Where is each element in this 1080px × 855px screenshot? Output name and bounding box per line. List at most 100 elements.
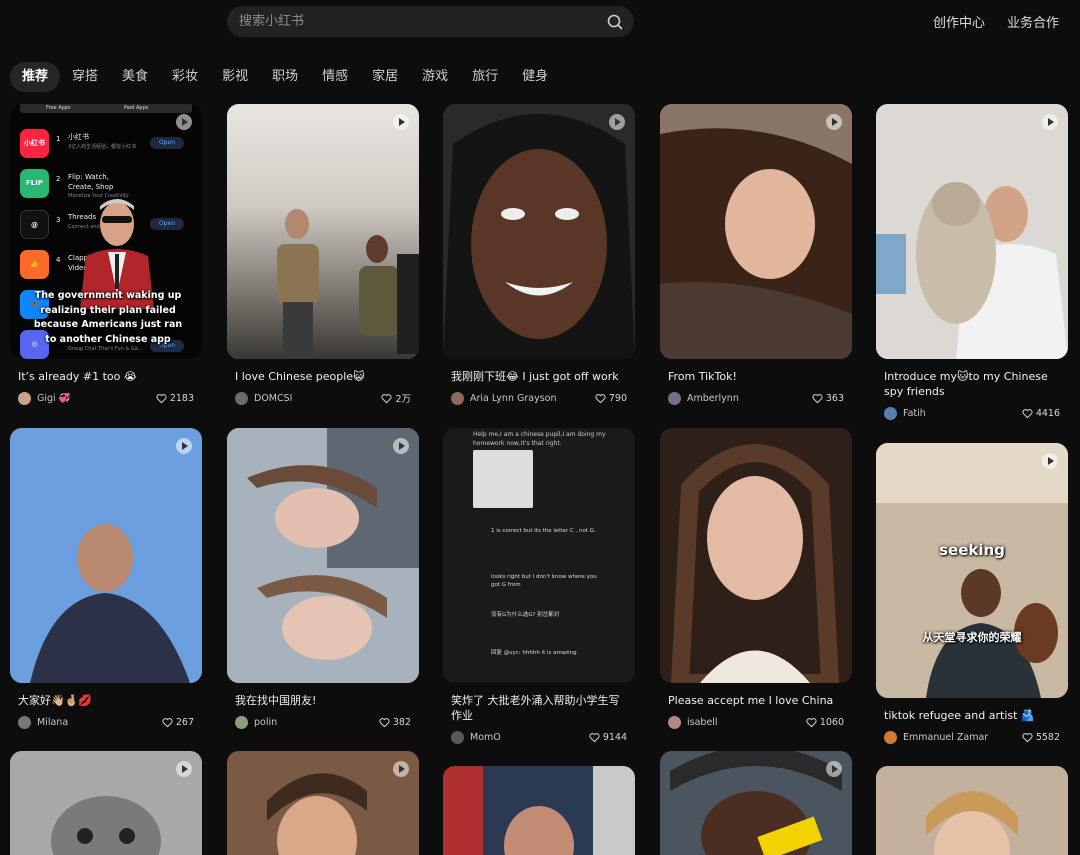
- author-name[interactable]: Emmanuel Zamar: [903, 732, 1022, 743]
- card-thumbnail[interactable]: [443, 766, 635, 855]
- like-button[interactable]: 790: [595, 393, 627, 404]
- author-name[interactable]: MomO: [470, 732, 589, 743]
- avatar[interactable]: [235, 715, 248, 729]
- avatar[interactable]: [235, 391, 248, 405]
- card-thumbnail[interactable]: [227, 104, 419, 359]
- feed-card[interactable]: Introduce my🐱to my Chinese spy friends F…: [876, 104, 1068, 421]
- tab-games[interactable]: 游戏: [410, 62, 460, 92]
- tab-travel[interactable]: 旅行: [460, 62, 510, 92]
- author-name[interactable]: polin: [254, 717, 379, 728]
- author-name[interactable]: Gigi 💞: [37, 393, 156, 404]
- feed-card[interactable]: Free Apps Paid Apps 小红书 1 小红书 3亿人的生活经验，都…: [10, 104, 202, 406]
- card-title[interactable]: 我在找中国朋友!: [235, 693, 411, 708]
- card-title[interactable]: Please accept me I love China: [668, 693, 844, 708]
- author-name[interactable]: isabell: [687, 717, 806, 728]
- card-thumbnail[interactable]: [10, 428, 202, 683]
- card-meta: DOMCSI 2万: [235, 390, 411, 406]
- card-thumbnail[interactable]: [876, 104, 1068, 359]
- card-title[interactable]: tiktok refugee and artist 🫂: [884, 708, 1060, 723]
- card-thumbnail[interactable]: [876, 766, 1068, 855]
- card-thumbnail[interactable]: [443, 104, 635, 359]
- like-button[interactable]: 4416: [1022, 408, 1060, 419]
- card-title[interactable]: It’s already #1 too 😭: [18, 369, 194, 384]
- store-tabs: Free Apps Paid Apps: [20, 104, 192, 113]
- like-button[interactable]: 382: [379, 717, 411, 728]
- card-thumbnail[interactable]: [227, 751, 419, 855]
- tab-outfits[interactable]: 穿搭: [60, 62, 110, 92]
- author-name[interactable]: Amberlynn: [687, 393, 812, 404]
- card-thumbnail[interactable]: seeking 从天堂寻求你的荣耀: [876, 443, 1068, 698]
- feed-card[interactable]: seeking 从天堂寻求你的荣耀 tiktok refugee and art…: [876, 443, 1068, 745]
- author-name[interactable]: Aria Lynn Grayson: [470, 393, 595, 404]
- feed-card[interactable]: From TikTok! Amberlynn 363: [660, 104, 852, 406]
- tab-film[interactable]: 影视: [210, 62, 260, 92]
- tab-home[interactable]: 家居: [360, 62, 410, 92]
- tab-fitness[interactable]: 健身: [510, 62, 560, 92]
- card-thumbnail[interactable]: Help me,I am a chinese pupil,I am doing …: [443, 428, 635, 683]
- avatar[interactable]: [884, 406, 897, 420]
- feed-card[interactable]: Please accept me I love China isabell 10…: [660, 428, 852, 730]
- play-icon: [176, 761, 192, 777]
- avatar[interactable]: [451, 730, 464, 744]
- avatar[interactable]: [884, 730, 897, 744]
- feed-card[interactable]: [443, 766, 635, 855]
- card-meta: polin 382: [235, 714, 411, 730]
- like-button[interactable]: 2183: [156, 393, 194, 404]
- card-meta: isabell 1060: [668, 714, 844, 730]
- business-cooperation-link[interactable]: 业务合作: [1007, 12, 1059, 31]
- search-input[interactable]: [239, 6, 599, 37]
- play-icon: [393, 114, 409, 130]
- author-name[interactable]: DOMCSI: [254, 393, 381, 404]
- feed-card[interactable]: [10, 751, 202, 855]
- tab-food[interactable]: 美食: [110, 62, 160, 92]
- avatar[interactable]: [18, 391, 31, 405]
- heart-icon: [595, 393, 606, 403]
- search-bar[interactable]: [227, 6, 634, 37]
- card-title[interactable]: From TikTok!: [668, 369, 844, 384]
- like-button[interactable]: 5582: [1022, 732, 1060, 743]
- tab-recommend[interactable]: 推荐: [10, 62, 61, 92]
- card-title[interactable]: 大家好👋🏼🤞🏼💋: [18, 693, 194, 708]
- like-button[interactable]: 9144: [589, 732, 627, 743]
- feed-card[interactable]: [227, 751, 419, 855]
- card-thumbnail[interactable]: Free Apps Paid Apps 小红书 1 小红书 3亿人的生活经验，都…: [10, 104, 202, 359]
- feed-card[interactable]: 我刚刚下班😂 I just got off work Aria Lynn Gra…: [443, 104, 635, 406]
- card-thumbnail[interactable]: [227, 428, 419, 683]
- tab-emotion[interactable]: 情感: [310, 62, 360, 92]
- feed-card[interactable]: Help me,I am a chinese pupil,I am doing …: [443, 428, 635, 745]
- card-thumbnail[interactable]: [660, 104, 852, 359]
- homework-photo: [473, 450, 533, 508]
- author-name[interactable]: Milana: [37, 717, 162, 728]
- card-title[interactable]: Introduce my🐱to my Chinese spy friends: [884, 369, 1060, 399]
- app-subtitle: 3亿人的生活经验，都在小红书: [68, 144, 137, 150]
- heart-icon: [162, 717, 173, 727]
- card-title[interactable]: 笑炸了 大批老外涌入帮助小学生写作业: [451, 693, 627, 723]
- like-count: 9144: [602, 731, 627, 743]
- card-title[interactable]: 我刚刚下班😂 I just got off work: [451, 369, 627, 384]
- avatar[interactable]: [668, 715, 681, 729]
- card-title[interactable]: I love Chinese people😺: [235, 369, 411, 384]
- card-thumbnail[interactable]: [10, 751, 202, 855]
- avatar[interactable]: [668, 391, 681, 405]
- avatar[interactable]: [18, 715, 31, 729]
- like-button[interactable]: 2万: [381, 391, 411, 405]
- card-thumbnail[interactable]: [660, 428, 852, 683]
- feed-card[interactable]: 大家好👋🏼🤞🏼💋 Milana 267: [10, 428, 202, 730]
- card-thumbnail[interactable]: [660, 751, 852, 855]
- tab-career[interactable]: 职场: [260, 62, 310, 92]
- feed-card[interactable]: I love Chinese people😺 DOMCSI 2万: [227, 104, 419, 406]
- feed-card[interactable]: [876, 766, 1068, 855]
- tab-makeup[interactable]: 彩妆: [160, 62, 210, 92]
- app-row: 小红书 1 小红书 3亿人的生活经验，都在小红书 Open: [18, 127, 194, 159]
- app-store-screenshot: Free Apps Paid Apps 小红书 1 小红书 3亿人的生活经验，都…: [10, 104, 202, 359]
- like-button[interactable]: 267: [162, 717, 194, 728]
- like-button[interactable]: 363: [812, 393, 844, 404]
- avatar[interactable]: [451, 391, 464, 405]
- feed-card[interactable]: [660, 751, 852, 855]
- search-icon[interactable]: [606, 13, 624, 31]
- author-name[interactable]: Fatih: [903, 408, 1022, 419]
- video-caption-overlay: seeking: [939, 541, 1005, 559]
- creator-center-link[interactable]: 创作中心: [933, 12, 985, 31]
- like-button[interactable]: 1060: [806, 717, 844, 728]
- feed-card[interactable]: 我在找中国朋友! polin 382: [227, 428, 419, 730]
